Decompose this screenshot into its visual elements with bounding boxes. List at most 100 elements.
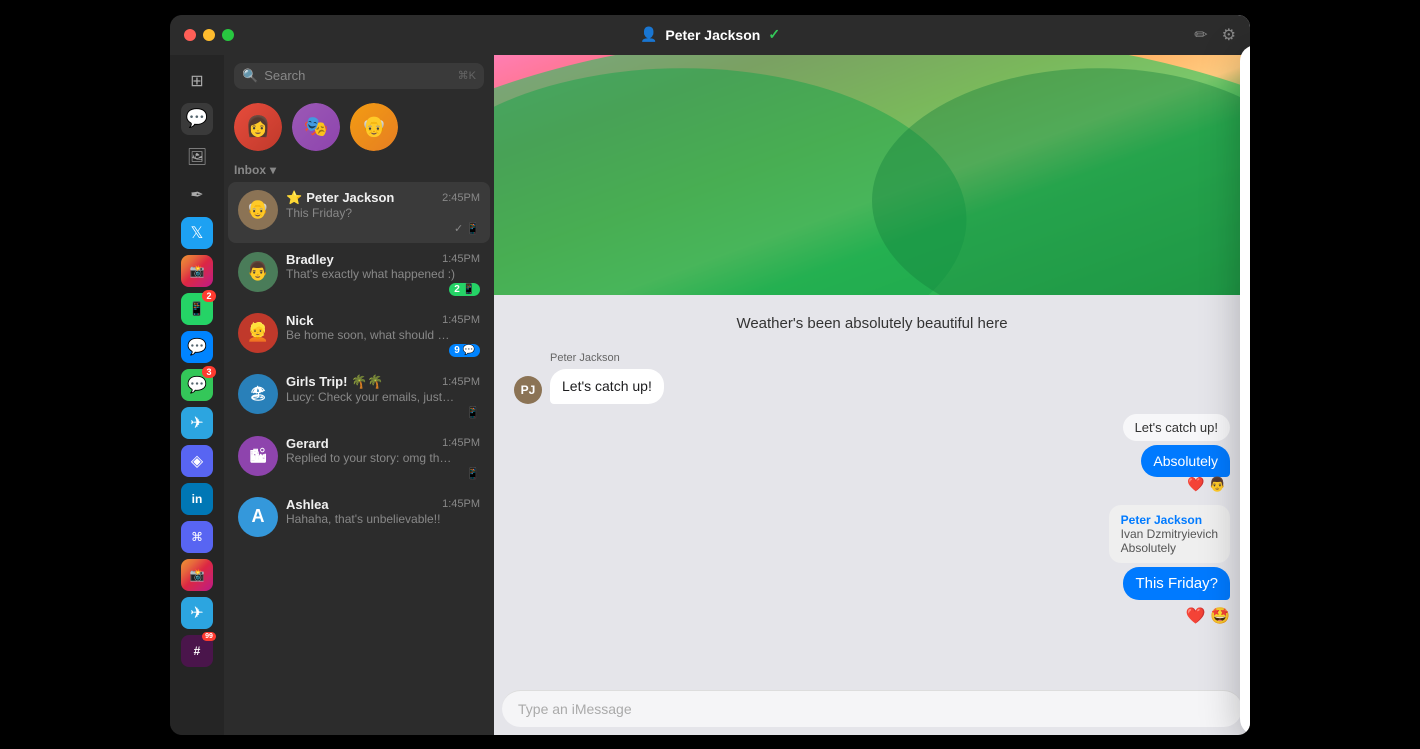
sidebar-icon-slack[interactable]: # 99 [181, 635, 213, 667]
conv-preview: Be home soon, what should we do for dinn… [286, 328, 456, 342]
conv-time: 1:45PM [442, 253, 480, 265]
conv-body: Nick 1:45PM Be home soon, what should we… [286, 313, 480, 357]
inbox-label: Inbox ▾ [224, 159, 494, 181]
sidebar-icon-twitter[interactable]: 𝕏 [181, 217, 213, 249]
message-bubble-main: This Friday? [1123, 567, 1230, 600]
sidebar-icon-instagram[interactable]: 📸 [181, 255, 213, 287]
message-reactions: ❤️ 👨 [1187, 476, 1226, 493]
quote-sender-1: Peter Jackson [1121, 513, 1218, 527]
conv-time: 1:45PM [442, 314, 480, 326]
verified-icon: ✓ [768, 26, 780, 43]
fp-left-icon-thread[interactable]: 🗨 [1246, 437, 1251, 469]
conv-time: 2:45PM [442, 192, 480, 204]
chat-background-image [494, 55, 1250, 295]
conv-preview: This Friday? [286, 206, 456, 220]
conv-item-nick[interactable]: 👱 Nick 1:45PM Be home soon, what should … [228, 305, 490, 365]
conv-name: ⭐ Peter Jackson [286, 190, 394, 206]
title-bar: 👤 Peter Jackson ✓ ✏ ⚙ [170, 15, 1250, 55]
inbox-chevron: ▾ [270, 163, 276, 177]
message-bubble-group: Peter Jackson Let's catch up! [550, 352, 664, 405]
conv-name: Bradley [286, 252, 334, 267]
fp-left-icon-speech[interactable]: 💬 [1246, 357, 1251, 389]
chat-input-placeholder: Type an iMessage [518, 701, 632, 717]
story-3[interactable]: 👴 [350, 103, 398, 151]
conv-body: Girls Trip! 🌴🌴 1:45PM Lucy: Check your e… [286, 374, 480, 419]
sidebar-icon-linkedin[interactable]: in [181, 483, 213, 515]
fp-left-icon-phone[interactable]: 📞 [1246, 237, 1251, 269]
title-bar-actions: ✏ ⚙ [1194, 25, 1236, 45]
sidebar-icon-whatsapp[interactable]: 📱 2 [181, 293, 213, 325]
sidebar-icon-layers[interactable]: ⊞ [181, 65, 213, 97]
search-bar[interactable]: 🔍 Search ⌘K [234, 63, 484, 89]
sidebar-icon-instagram2[interactable]: 📸 [181, 559, 213, 591]
message-sender: Peter Jackson [550, 352, 664, 364]
sidebar-icon-image[interactable]: 🖼 [181, 141, 213, 173]
sidebar-icon-telegram2[interactable]: ✈ [181, 597, 213, 629]
settings-icon[interactable]: ⚙ [1222, 25, 1236, 45]
compose-icon[interactable]: ✏ [1194, 25, 1207, 45]
quote-sender-2: Ivan Dzmitryievich [1121, 527, 1218, 541]
conv-time: 1:45PM [442, 376, 480, 388]
message-bubble: Let's catch up! [550, 369, 664, 405]
maximize-button[interactable] [222, 29, 234, 41]
conv-item-ashlea[interactable]: A Ashlea 1:45PM Hahaha, that's unbelieva… [228, 489, 490, 545]
title-avatar-icon: 👤 [640, 26, 657, 43]
conv-preview: Replied to your story: omg that looks in… [286, 451, 456, 465]
traffic-lights [184, 29, 234, 41]
message-bubble-overlay: Let's catch up! [1123, 414, 1230, 441]
conv-time: 1:45PM [442, 437, 480, 449]
story-2[interactable]: 🎭 [292, 103, 340, 151]
sidebar-icon-discord[interactable]: ⌘ [181, 521, 213, 553]
quoted-message-preview: Peter Jackson Ivan Dzmitryievich Absolut… [1109, 505, 1230, 563]
app-window: 👤 Peter Jackson ✓ ✏ ⚙ ⊞ 💬 🖼 ✒ 𝕏 📸 📱 2 💬 … [170, 15, 1250, 735]
sidebar-icon-pencil[interactable]: ✒ [181, 179, 213, 211]
message-row: PJ Peter Jackson Let's catch up! [514, 352, 1230, 405]
search-shortcut: ⌘K [458, 69, 476, 82]
sidebar-icon-messages[interactable]: 💬 3 [181, 369, 213, 401]
fp-left-icon-chat[interactable]: 💬 [1246, 157, 1251, 189]
sidebar-icon-messenger[interactable]: 💬 [181, 331, 213, 363]
sidebar-icon-source[interactable]: ◈ [181, 445, 213, 477]
sidebar-icons: ⊞ 💬 🖼 ✒ 𝕏 📸 📱 2 💬 💬 3 ✈ ◈ in ⌘ 📸 ✈ # 99 [170, 15, 224, 735]
conversation-list: 👴 ⭐ Peter Jackson 2:45PM This Friday? ✓ … [224, 181, 494, 735]
window-title: Peter Jackson [665, 27, 760, 43]
fp-left-icon-game[interactable]: 🎮 [1246, 317, 1251, 349]
quoted-message-group: Peter Jackson Ivan Dzmitryievich Absolut… [514, 505, 1230, 626]
conv-item-bradley[interactable]: 👨 Bradley 1:45PM That's exactly what hap… [228, 244, 490, 304]
conv-name: Girls Trip! 🌴🌴 [286, 374, 383, 390]
conversations-panel: 🔍 Search ⌘K 👩 🎭 👴 Inbox ▾ 👴 [224, 15, 494, 735]
sidebar-icon-telegram[interactable]: ✈ [181, 407, 213, 439]
avatar: 👴 [238, 190, 278, 230]
close-button[interactable] [184, 29, 196, 41]
conv-item-gerard[interactable]: 🏙 Gerard 1:45PM Replied to your story: o… [228, 428, 490, 488]
conv-item-peter-jackson[interactable]: 👴 ⭐ Peter Jackson 2:45PM This Friday? ✓ … [228, 182, 490, 243]
minimize-button[interactable] [203, 29, 215, 41]
fp-left-icon-broadcast[interactable]: 📡 12 [1246, 277, 1251, 309]
fp-left-icon-quote[interactable]: ❝ [1246, 517, 1251, 549]
sent-group: Let's catch up! Absolutely ❤️ 👨 [514, 414, 1230, 477]
sidebar-icon-chat[interactable]: 💬 [181, 103, 213, 135]
search-placeholder: Search [264, 68, 305, 83]
conv-name: Ashlea [286, 497, 329, 512]
conv-item-girls-trip[interactable]: 🏖 Girls Trip! 🌴🌴 1:45PM Lucy: Check your… [228, 366, 490, 427]
fp-left-icon-grid[interactable]: ⊞ [1246, 197, 1251, 229]
fp-left-icon-twitter[interactable]: 𝕏 [1246, 397, 1251, 429]
conv-body: Bradley 1:45PM That's exactly what happe… [286, 252, 480, 296]
avatar: 👨 [238, 252, 278, 292]
title-bar-center: 👤 Peter Jackson ✓ [640, 26, 780, 43]
fp-left-icon-messenger[interactable]: 💬 [1246, 477, 1251, 509]
message-avatar: PJ [514, 376, 542, 404]
avatar: 🏖 [238, 374, 278, 414]
chat-messages: Weather's been absolutely beautiful here… [494, 295, 1250, 682]
search-icon: 🔍 [242, 68, 258, 84]
fp-content: 💬 ⊞ 📞 📡 12 🎮 💬 𝕏 🗨 💬 ❝ MH [1240, 149, 1250, 735]
conv-name: Gerard [286, 436, 329, 451]
chat-input-bar[interactable]: Type an iMessage [502, 690, 1242, 727]
main-chat: Weather's been absolutely beautiful here… [494, 15, 1250, 735]
conv-body: Gerard 1:45PM Replied to your story: omg… [286, 436, 480, 480]
weather-caption: Weather's been absolutely beautiful here [514, 311, 1230, 342]
conv-body: ⭐ Peter Jackson 2:45PM This Friday? ✓ 📱 [286, 190, 480, 235]
avatar: 👱 [238, 313, 278, 353]
story-1[interactable]: 👩 [234, 103, 282, 151]
avatar: 🏙 [238, 436, 278, 476]
